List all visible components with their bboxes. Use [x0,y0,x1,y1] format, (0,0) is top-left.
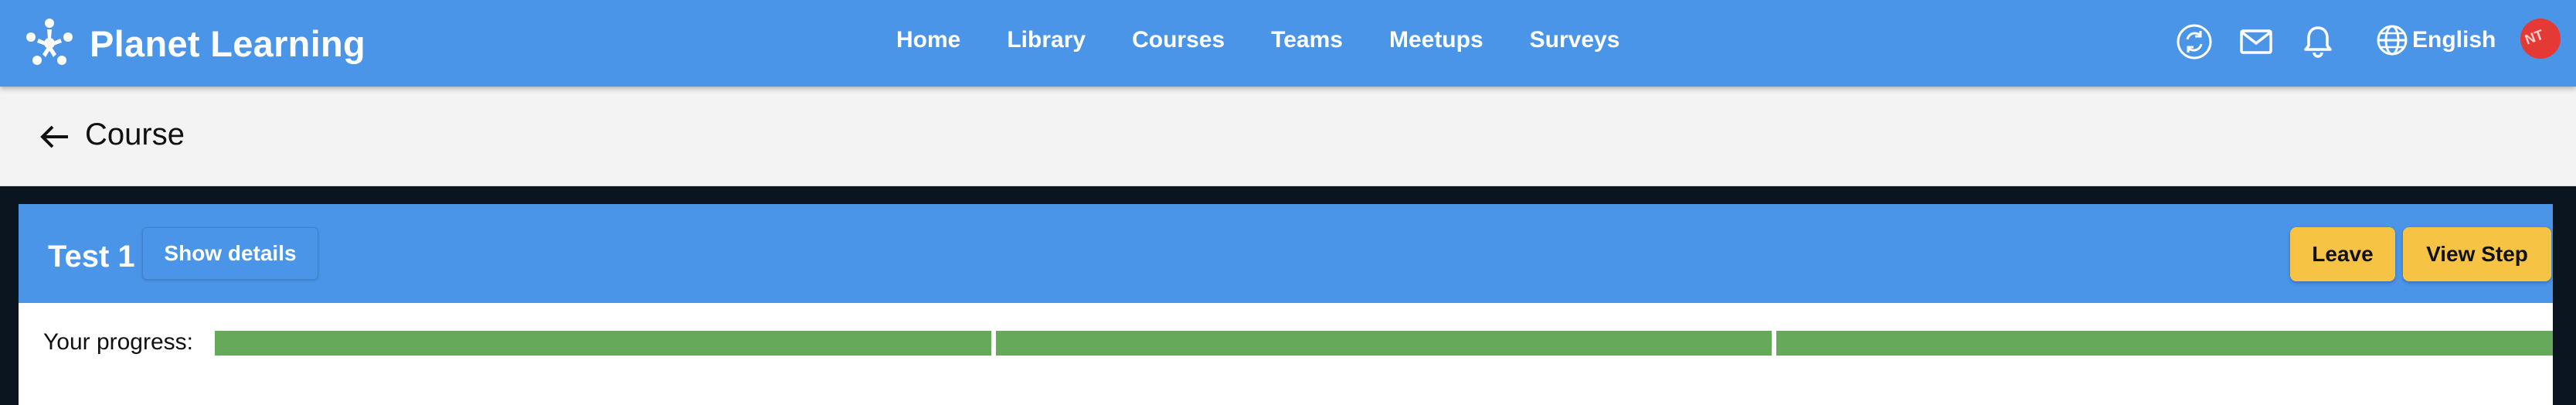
nav-item-meetups[interactable]: Meetups [1389,27,1483,53]
nav-item-teams[interactable]: Teams [1271,27,1343,53]
nav-item-home[interactable]: Home [896,27,960,53]
page-header: Course [0,87,2576,186]
planet-logo-icon [26,19,73,65]
nav-item-surveys[interactable]: Surveys [1530,27,1620,53]
course-card: Test 1 Show details Leave View Step Your… [19,204,2554,405]
progress-step-segment [1776,331,2554,356]
progress-bar [215,331,2554,356]
avatar-initials: NT [2523,26,2546,48]
bell-icon[interactable] [2299,23,2336,60]
progress-label: Your progress: [43,329,194,355]
progress-row: Your progress: [19,320,2554,366]
main-nav: Home Library Courses Teams Meetups Surve… [896,0,1666,80]
view-step-button[interactable]: View Step [2403,227,2551,281]
app-name: Planet Learning [90,22,366,64]
progress-step-segment [215,331,991,356]
top-navbar: Planet Learning Home Library Courses Tea… [0,0,2576,87]
back-arrow-icon[interactable] [37,119,73,155]
course-title: Test 1 [48,240,135,274]
progress-step-segment [995,331,1772,356]
leave-button[interactable]: Leave [2290,227,2395,281]
show-details-button[interactable]: Show details [142,227,318,280]
user-avatar[interactable]: NT [2520,19,2561,59]
nav-item-courses[interactable]: Courses [1132,27,1225,53]
language-selector[interactable]: English [2375,20,2496,60]
globe-icon [2377,25,2408,56]
sync-icon[interactable] [2176,23,2213,60]
course-card-header: Test 1 Show details Leave View Step [19,204,2553,303]
mail-icon[interactable] [2238,23,2275,60]
brand[interactable]: Planet Learning [22,11,365,76]
language-label: English [2412,27,2496,53]
nav-item-library[interactable]: Library [1007,27,1086,53]
page-title: Course [85,117,185,151]
